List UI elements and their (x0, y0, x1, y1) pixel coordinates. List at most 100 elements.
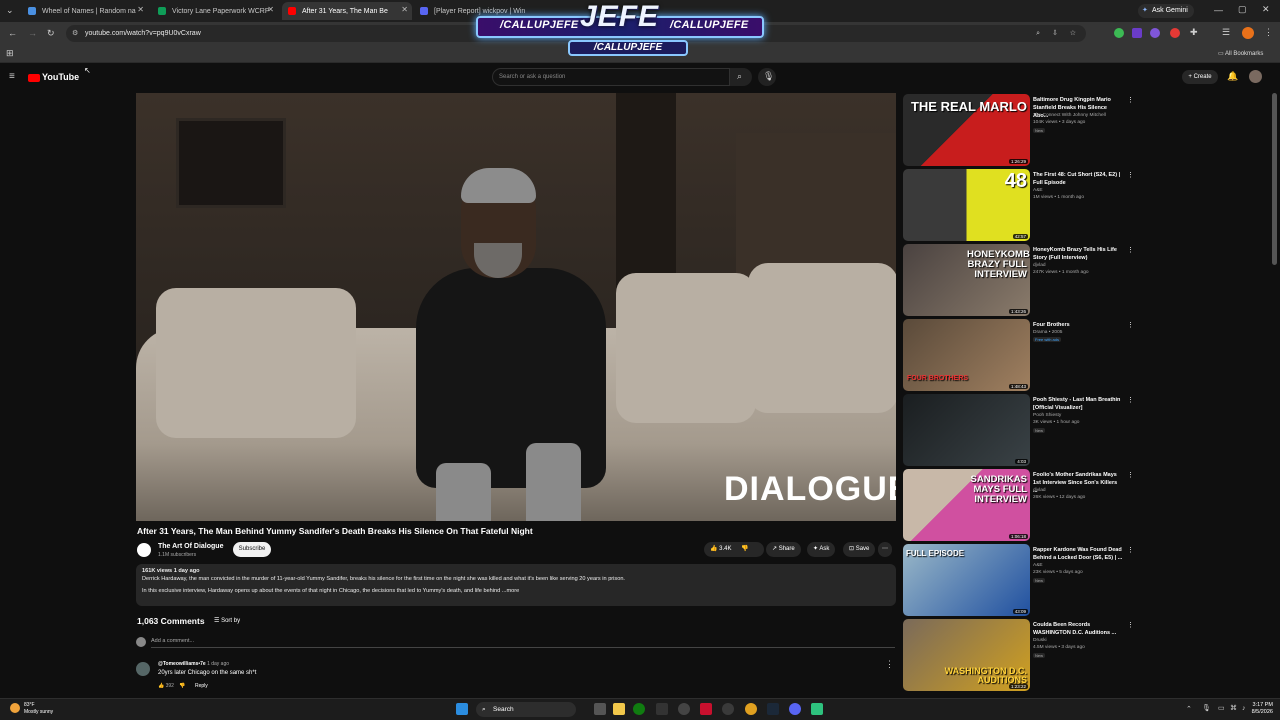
search-button[interactable]: ⌕ (730, 68, 752, 86)
video-description[interactable]: 161K views 1 day ago Derrick Hardaway, t… (136, 564, 896, 606)
ask-gemini-button[interactable]: ✦ Ask Gemini (1138, 4, 1194, 18)
video-thumbnail[interactable]: SANDRIKAS MAYS FULL INTERVIEW 1:06:18 (903, 469, 1030, 541)
reading-list-icon[interactable]: ☰ (1222, 28, 1230, 37)
recommended-video[interactable]: FOUR BROTHERS 1:48:43 Four Brothers Dram… (903, 319, 1143, 391)
account-avatar[interactable] (1249, 70, 1262, 83)
notifications-bell-icon[interactable]: 🔔 (1227, 72, 1238, 81)
more-vertical-icon[interactable]: ⋮ (1127, 96, 1134, 104)
tab-wheel-of-names[interactable]: Wheel of Names | Random na ✕ (22, 2, 148, 20)
channel-avatar[interactable] (137, 543, 151, 557)
install-icon[interactable]: ⇩ (1052, 25, 1058, 42)
video-player[interactable]: DIALOGUE (136, 93, 896, 521)
minimize-icon[interactable]: — (1214, 6, 1223, 15)
close-window-icon[interactable]: ✕ (1262, 5, 1270, 14)
xbox-icon[interactable] (633, 703, 645, 715)
extension-icon[interactable] (1150, 28, 1160, 38)
more-vertical-icon[interactable]: ⋮ (1127, 246, 1134, 254)
back-icon[interactable]: ← (8, 29, 17, 38)
subscribe-button[interactable]: Subscribe (233, 542, 271, 557)
recommended-video[interactable]: 4:03 Pooh Shiesty - Last Man Breathin [O… (903, 394, 1143, 466)
weather-widget[interactable]: 83°F Mostly sunny (10, 702, 53, 716)
sort-by-button[interactable]: ☰ Sort by (214, 617, 240, 624)
extension-icon[interactable] (1114, 28, 1124, 38)
microphone-tray-icon[interactable]: 🎙 (1202, 705, 1211, 712)
comment-reply-button[interactable]: Reply (195, 683, 208, 689)
forward-icon[interactable]: → (28, 29, 37, 38)
all-bookmarks-button[interactable]: ▭ All Bookmarks (1218, 50, 1263, 57)
video-thumbnail[interactable]: HONEYKOMB BRAZY FULL INTERVIEW 1:43:26 (903, 244, 1030, 316)
extensions-puzzle-icon[interactable]: ✚ (1190, 28, 1198, 37)
video-thumbnail[interactable]: FULL EPISODE 43:09 (903, 544, 1030, 616)
site-info-icon[interactable]: ⚙ (72, 25, 78, 42)
recommended-video[interactable]: THE REAL MARLO 1:26:29 Baltimore Drug Ki… (903, 94, 1143, 166)
tab-youtube-video[interactable]: After 31 Years, The Man Be ✕ (282, 2, 412, 20)
extension-icon[interactable] (1132, 28, 1142, 38)
recommended-meta: 26K views • 12 days ago (1033, 495, 1086, 500)
tab-list-icon[interactable]: ⌄ (6, 6, 14, 15)
search-input[interactable]: Search or ask a question (492, 68, 730, 86)
tab-victory-lane[interactable]: Victory Lane Paperwork WCRP ✕ (152, 2, 278, 20)
thumbs-down-icon[interactable]: 👎 (741, 546, 748, 552)
app-icon[interactable] (678, 703, 690, 715)
more-vertical-icon[interactable]: ⋮ (1127, 546, 1134, 554)
share-button[interactable]: ↗ Share (766, 542, 801, 557)
more-actions-button[interactable]: ⋯ (878, 542, 892, 557)
close-tab-icon[interactable]: ✕ (401, 5, 408, 14)
windows-start-icon[interactable] (456, 703, 468, 715)
add-comment-input[interactable]: Add a comment... (151, 638, 895, 648)
close-tab-icon[interactable]: ✕ (267, 5, 274, 14)
reload-icon[interactable]: ↻ (47, 29, 55, 38)
hamburger-menu-icon[interactable]: ≡ (9, 72, 15, 82)
voice-search-button[interactable]: 🎙 (758, 68, 776, 86)
profile-avatar[interactable] (1242, 27, 1254, 39)
video-thumbnail[interactable]: WASHINGTON D.C. AUDITIONS 1:23:22 (903, 619, 1030, 691)
create-button[interactable]: + Create (1182, 70, 1218, 84)
comment-like-icon[interactable]: 👍 (158, 683, 164, 689)
save-button[interactable]: ⊡ Save (843, 542, 876, 557)
app-icon[interactable] (811, 703, 823, 715)
extension-icon[interactable] (1170, 28, 1180, 38)
video-thumbnail[interactable]: FOUR BROTHERS 1:48:43 (903, 319, 1030, 391)
bookmark-star-icon[interactable]: ☆ (1070, 25, 1076, 42)
comment-more-icon[interactable]: ⋮ (885, 660, 894, 669)
app-icon[interactable] (700, 703, 712, 715)
video-thumbnail[interactable]: 4:03 (903, 394, 1030, 466)
file-explorer-icon[interactable] (613, 703, 625, 715)
close-tab-icon[interactable]: ✕ (137, 5, 144, 14)
more-vertical-icon[interactable]: ⋮ (1127, 471, 1134, 479)
network-icon[interactable]: ⌘ (1230, 705, 1237, 712)
app-icon[interactable] (722, 703, 734, 715)
video-thumbnail[interactable]: THE REAL MARLO 1:26:29 (903, 94, 1030, 166)
more-vertical-icon[interactable]: ⋮ (1127, 171, 1134, 179)
comment-avatar[interactable] (136, 662, 150, 676)
discord-icon[interactable] (789, 703, 801, 715)
taskbar-search[interactable]: ⌕ Search (476, 702, 576, 717)
recommended-video[interactable]: FULL EPISODE 43:09 Rapper Kardone Was Fo… (903, 544, 1143, 616)
more-menu-icon[interactable]: ⋮ (1264, 28, 1273, 37)
chrome-icon[interactable] (745, 703, 757, 715)
apps-grid-icon[interactable]: ⊞ (6, 49, 14, 58)
youtube-logo[interactable]: YouTube (28, 72, 79, 82)
comment-username[interactable]: @Tomeowilliams•7e (158, 661, 206, 667)
recommended-video[interactable]: SANDRIKAS MAYS FULL INTERVIEW 1:06:18 Fo… (903, 469, 1143, 541)
like-dislike-button[interactable]: 👍 3.4K 👎 (704, 542, 764, 557)
video-thumbnail[interactable]: 48 42:57 (903, 169, 1030, 241)
task-view-icon[interactable] (594, 703, 606, 715)
channel-name[interactable]: The Art Of Dialogue (158, 543, 223, 550)
recommended-video[interactable]: HONEYKOMB BRAZY FULL INTERVIEW 1:43:26 H… (903, 244, 1143, 316)
system-clock[interactable]: 3:17 PM 8/5/2026 (1239, 702, 1273, 716)
terminal-icon[interactable] (656, 703, 668, 715)
steam-icon[interactable] (767, 703, 779, 715)
page-scrollbar[interactable] (1272, 93, 1277, 265)
recommended-video[interactable]: 48 42:57 The First 48: Cut Short (S24, E… (903, 169, 1143, 241)
display-icon[interactable]: ▭ (1218, 705, 1225, 712)
more-vertical-icon[interactable]: ⋮ (1127, 321, 1134, 329)
more-vertical-icon[interactable]: ⋮ (1127, 396, 1134, 404)
tray-chevron-icon[interactable]: ⌃ (1186, 706, 1192, 713)
recommended-video[interactable]: WASHINGTON D.C. AUDITIONS 1:23:22 Coulda… (903, 619, 1143, 691)
more-vertical-icon[interactable]: ⋮ (1127, 621, 1134, 629)
search-icon[interactable]: ⌕ (1036, 25, 1040, 42)
comment-dislike-icon[interactable]: 👎 (179, 683, 185, 689)
maximize-icon[interactable]: ▢ (1238, 5, 1247, 14)
ask-button[interactable]: ✦ Ask (807, 542, 836, 557)
